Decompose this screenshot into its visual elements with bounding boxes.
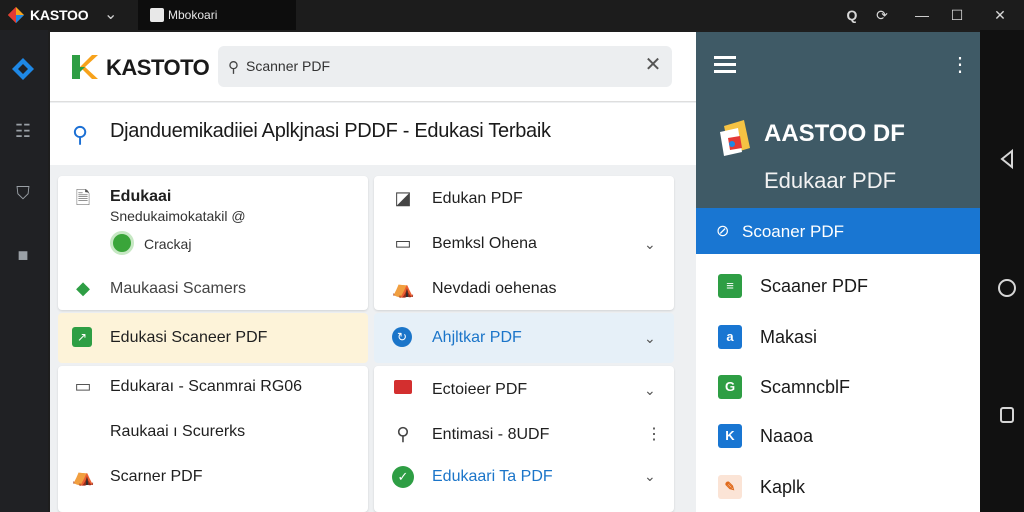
refresh-icon: ↻: [392, 327, 412, 347]
brand-name: KASTOTO: [106, 55, 210, 80]
pen-icon: ✎: [718, 475, 742, 499]
drawer-title: AASTOO DF: [764, 120, 905, 147]
home-icon[interactable]: [996, 277, 1018, 299]
shield-icon[interactable]: ⛉: [12, 182, 34, 204]
tab-label: Mbokoari: [168, 8, 218, 22]
search-icon: ⚲: [228, 59, 239, 76]
drawer-subtitle: Edukaar PDF: [764, 168, 897, 193]
chevron-down-icon[interactable]: ⌄: [104, 4, 117, 24]
doc-icon: a: [718, 325, 742, 349]
link-icon: ⊘: [716, 223, 730, 240]
settings-icon[interactable]: ⟳: [870, 4, 894, 26]
app-logo-icon: [8, 7, 24, 23]
list-item[interactable]: Edukaraı - Scanmrai RG06: [110, 378, 302, 396]
close-icon[interactable]: ✕: [642, 54, 664, 76]
page-title: Djanduemikadiiei Aplkjnasi PDDF - Edukas…: [110, 120, 551, 142]
search-icon: ⚲: [72, 122, 89, 147]
badge-icon: [110, 231, 134, 255]
document-icon: ◪: [394, 188, 412, 208]
chevron-down-icon[interactable]: ⌄: [644, 468, 656, 485]
list-item-selected[interactable]: [374, 313, 674, 363]
arrow-icon: K: [718, 424, 742, 448]
window-title-bar: KASTOO ⌄ Mbokoari Q ⟳ — ☐ ✕: [0, 0, 1024, 30]
drawer-item[interactable]: Kaplk: [760, 477, 805, 498]
pdf-icon: ↗: [72, 327, 92, 347]
kebab-icon[interactable]: ⋮: [950, 52, 970, 77]
list-icon[interactable]: ☷: [12, 120, 34, 142]
document-icon: 🗎: [75, 188, 91, 208]
list-item[interactable]: Ectoieer PDF: [432, 381, 527, 399]
drawer-item[interactable]: Naaoa: [760, 426, 813, 447]
drawer-item[interactable]: ScamncblF: [760, 377, 850, 398]
user-icon: ⛺: [72, 466, 95, 486]
chevron-down-icon[interactable]: ⌄: [644, 236, 656, 253]
chevron-down-icon[interactable]: ⌄: [644, 330, 656, 347]
list-item[interactable]: Raukaai ı Scurerks: [110, 423, 245, 441]
emulator-left-rail: ☷ ⛉ ■: [0, 30, 48, 512]
card-title: Edukaai: [110, 188, 172, 205]
recents-icon[interactable]: [996, 404, 1018, 426]
check-icon: ✓: [392, 466, 414, 488]
scan-icon: G: [718, 375, 742, 399]
app-title: KASTOO: [30, 7, 89, 23]
diamond-icon: ◆: [76, 278, 90, 298]
folder-icon: ▭: [74, 376, 92, 396]
list-item[interactable]: Edukan PDF: [432, 190, 523, 208]
user-icon: ⛺: [392, 278, 415, 298]
back-icon[interactable]: [996, 148, 1018, 170]
list-item[interactable]: Scarner PDF: [110, 468, 202, 486]
drawer-item[interactable]: Makasi: [760, 327, 817, 348]
drawer-item[interactable]: Scaaner PDF: [760, 276, 868, 297]
list-item[interactable]: Entimasi - 8UDF: [432, 426, 549, 444]
search-icon: ⚲: [396, 424, 410, 444]
card-subtitle: Snedukaimokatakil @: [110, 208, 246, 224]
emulator-right-rail: [980, 30, 1024, 512]
list-item[interactable]: Edukaari Ta PDF: [432, 468, 553, 486]
badge-label: Crackaj: [144, 236, 192, 252]
search-bar[interactable]: ⚲ ✕: [218, 46, 672, 87]
home-logo-icon[interactable]: [10, 56, 36, 82]
close-button[interactable]: ✕: [988, 4, 1012, 26]
sheet-icon: ≡: [718, 274, 742, 298]
list-item[interactable]: Bemksl Ohena: [432, 235, 537, 253]
list-item-label: Ahjltkar PDF: [432, 329, 522, 346]
menu-icon[interactable]: [714, 54, 736, 74]
search-input[interactable]: [246, 55, 626, 77]
list-item-label: Edukasi Scaneer PDF: [110, 329, 268, 346]
lock-icon[interactable]: ■: [12, 244, 34, 266]
window-icon: ▭: [394, 233, 412, 253]
maximize-button[interactable]: ☐: [945, 4, 969, 26]
drawer-logo-icon: [720, 120, 750, 156]
brand-logo-icon: [72, 55, 98, 79]
chevron-down-icon[interactable]: ⌄: [644, 382, 656, 399]
list-item[interactable]: Maukaasi Scamers: [110, 280, 246, 298]
pdf-icon: [394, 380, 412, 394]
help-icon[interactable]: Q: [840, 4, 864, 26]
minimize-button[interactable]: —: [910, 4, 934, 26]
list-item[interactable]: Nevdadi oehenas: [432, 280, 557, 298]
kebab-icon[interactable]: ⋮: [646, 424, 662, 444]
drawer-item-label: Scoaner PDF: [742, 222, 845, 241]
tab-icon: [150, 8, 164, 22]
